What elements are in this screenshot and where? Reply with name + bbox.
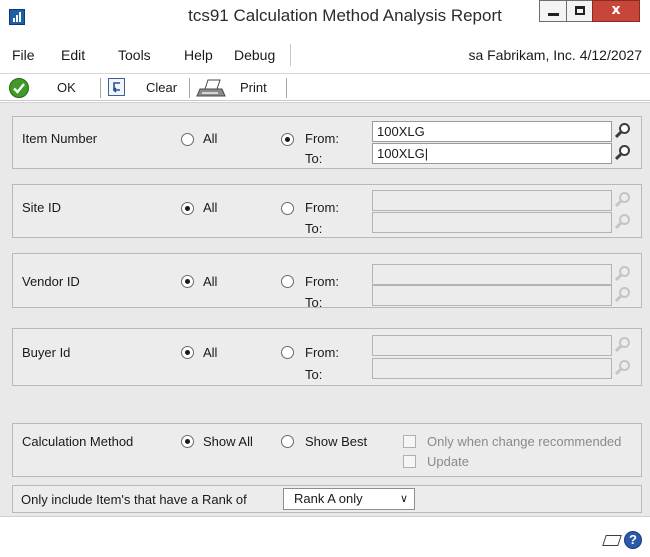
vendor-id-label: Vendor ID [22,274,80,289]
buyer-id-label: Buyer Id [22,345,71,360]
note-icon[interactable] [602,535,622,546]
menu-edit[interactable]: Edit [61,47,85,63]
item-number-to-lookup-button[interactable] [613,143,633,164]
clear-button[interactable]: Clear [108,76,192,100]
menu-tools[interactable]: Tools [118,47,151,63]
item-number-from-lookup-button[interactable] [613,121,633,142]
site-id-from-lookup-button[interactable] [613,190,633,211]
rank-filter-label: Only include Item's that have a Rank of [21,492,247,507]
maximize-icon [575,6,585,15]
buyer-id-to-input[interactable] [372,358,612,379]
rank-select[interactable]: Rank A only ∨ [283,488,415,510]
print-button[interactable]: Print [196,76,280,100]
clear-icon [108,78,125,96]
item-number-all-label: All [203,131,218,146]
magnifier-handle [614,294,623,303]
vendor-id-from-label: From: [305,274,339,289]
vendor-id-from-radio[interactable] [281,275,294,288]
minimize-button[interactable] [539,0,567,22]
update-label: Update [427,454,469,469]
buyer-id-from-lookup-button[interactable] [613,335,633,356]
site-id-to-label: To: [305,221,323,236]
buyer-id-range: Buyer Id All From: To: [12,328,642,386]
toolbar-divider [100,78,101,98]
buyer-id-to-lookup-button[interactable] [613,358,633,379]
vendor-id-to-input[interactable] [372,285,612,306]
site-id-from-label: From: [305,200,339,215]
ok-label: OK [57,80,76,95]
rank-select-value: Rank A only [294,491,363,506]
calculation-method-label: Calculation Method [22,434,134,449]
item-number-to-input[interactable]: 100XLG| [372,143,612,164]
close-icon: x [611,2,621,18]
item-number-all-radio[interactable] [181,133,194,146]
calculation-method-group: Calculation Method Show All Show Best On… [12,423,642,477]
item-number-range: Item Number All From: To: 100XLG 100XLG| [12,116,642,169]
toolbar-divider [286,78,287,98]
vendor-id-all-radio[interactable] [181,275,194,288]
show-all-radio[interactable] [181,435,194,448]
vendor-id-to-lookup-button[interactable] [613,285,633,306]
buyer-id-from-label: From: [305,345,339,360]
buyer-id-all-radio[interactable] [181,346,194,359]
vendor-id-all-label: All [203,274,218,289]
toolbar: OK Clear Print [0,75,650,101]
rank-filter-row: Only include Item's that have a Rank of … [12,485,642,513]
report-options-panel: Item Number All From: To: 100XLG 100XLG|… [0,102,650,516]
site-id-to-lookup-button[interactable] [613,212,633,233]
show-best-label: Show Best [305,434,368,449]
close-button[interactable]: x [592,0,640,22]
site-id-all-label: All [203,200,218,215]
checkmark-icon [9,78,29,98]
magnifier-handle [614,152,623,161]
menu-bar: File Edit Tools Help Debug sa Fabrikam, … [0,34,650,74]
show-best-radio[interactable] [281,435,294,448]
site-id-to-input[interactable] [372,212,612,233]
magnifier-handle [614,344,623,353]
item-number-label: Item Number [22,131,98,146]
only-when-change-label: Only when change recommended [427,434,622,449]
update-checkbox[interactable] [403,455,416,468]
magnifier-handle [614,221,623,230]
vendor-id-from-lookup-button[interactable] [613,264,633,285]
menu-file[interactable]: File [12,47,35,63]
site-id-range: Site ID All From: To: [12,184,642,238]
toolbar-divider [189,78,190,98]
show-all-label: Show All [203,434,253,449]
user-company-date: sa Fabrikam, Inc. 4/12/2027 [468,47,642,63]
print-label: Print [240,80,267,95]
menu-debug[interactable]: Debug [234,47,275,63]
site-id-all-radio[interactable] [181,202,194,215]
minimize-icon [548,13,559,16]
maximize-button[interactable] [566,0,593,22]
magnifier-handle [614,199,623,208]
buyer-id-all-label: All [203,345,218,360]
only-when-change-checkbox[interactable] [403,435,416,448]
item-number-from-radio[interactable] [281,133,294,146]
printer-icon [196,77,228,99]
site-id-from-input[interactable] [372,190,612,211]
title-bar: tcs91 Calculation Method Analysis Report… [0,0,650,34]
menu-help[interactable]: Help [184,47,213,63]
site-id-label: Site ID [22,200,62,215]
vendor-id-to-label: To: [305,295,323,310]
magnifier-handle [614,273,623,282]
vendor-id-range: Vendor ID All From: To: [12,253,642,310]
item-number-from-label: From: [305,131,339,146]
chevron-down-icon: ∨ [399,492,408,505]
buyer-id-to-label: To: [305,367,323,382]
site-id-from-radio[interactable] [281,202,294,215]
buyer-id-from-radio[interactable] [281,346,294,359]
status-bar: ? [0,516,650,557]
clear-label: Clear [146,80,178,95]
vendor-id-from-input[interactable] [372,264,612,285]
buyer-id-from-input[interactable] [372,335,612,356]
item-number-from-input[interactable]: 100XLG [372,121,612,142]
magnifier-handle [614,130,623,139]
magnifier-handle [614,367,623,376]
help-icon[interactable]: ? [624,531,642,549]
item-number-to-label: To: [305,151,323,166]
ok-button[interactable]: OK [9,76,93,100]
menu-divider [290,44,291,66]
